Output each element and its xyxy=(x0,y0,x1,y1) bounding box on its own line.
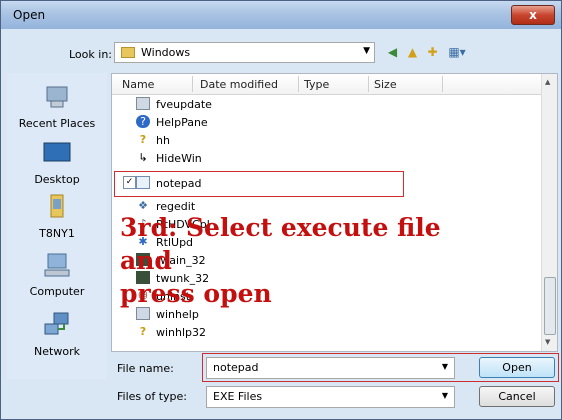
file-type-label: Files of type: xyxy=(117,390,188,403)
app-icon xyxy=(136,97,150,110)
checkbox-checked-icon[interactable]: ✓ xyxy=(123,176,136,189)
place-desktop[interactable]: Desktop xyxy=(7,139,107,186)
shortcut-icon: ↳ xyxy=(138,151,148,164)
open-button[interactable]: Open xyxy=(479,357,555,378)
file-name-input[interactable]: notepad ▼ xyxy=(206,357,455,379)
annotation-line-2: press open xyxy=(120,279,272,308)
places-bar: Recent Places Desktop T8NY1 Computer Net… xyxy=(7,73,107,379)
place-user[interactable]: T8NY1 xyxy=(7,193,107,240)
column-date-modified[interactable]: Date modified xyxy=(200,78,278,91)
open-dialog: Open x Look in: Windows ▼ ◀ ▲ ✚ ▦▾ Recen… xyxy=(0,0,562,420)
place-label: Network xyxy=(34,345,80,358)
network-icon xyxy=(44,312,69,335)
computer-icon xyxy=(44,253,70,277)
place-network[interactable]: Network xyxy=(7,311,107,358)
scroll-down-icon[interactable]: ▼ xyxy=(545,338,550,346)
help-icon: ? xyxy=(136,115,150,128)
place-label: Recent Places xyxy=(18,117,96,130)
folder-icon xyxy=(121,47,135,58)
column-size[interactable]: Size xyxy=(374,78,397,91)
file-type-value: EXE Files xyxy=(213,390,263,403)
column-divider[interactable] xyxy=(442,76,443,92)
desktop-icon xyxy=(43,142,71,162)
recent-places-icon xyxy=(46,86,68,108)
file-name-value: notepad xyxy=(213,361,259,374)
place-label: T8NY1 xyxy=(39,227,75,240)
cancel-button[interactable]: Cancel xyxy=(479,386,555,407)
close-button[interactable]: x xyxy=(511,5,555,25)
column-header-row: Name Date modified Type Size xyxy=(112,74,544,95)
file-name-label: File name: xyxy=(117,362,174,375)
user-folder-icon xyxy=(50,194,64,218)
look-in-dropdown[interactable]: Windows ▼ xyxy=(114,42,375,63)
place-label: Desktop xyxy=(34,173,80,186)
column-divider[interactable] xyxy=(192,76,193,92)
annotation-line-1: 3rd: Select execute file and xyxy=(120,213,441,275)
scroll-thumb[interactable] xyxy=(544,277,556,335)
help-file-icon: ? xyxy=(139,133,147,146)
instruction-annotation: 3rd: Select execute file and press open xyxy=(120,211,500,310)
chevron-down-icon: ▼ xyxy=(363,46,370,56)
views-icon[interactable]: ▦▾ xyxy=(445,44,469,61)
title-bar: Open x xyxy=(1,1,561,29)
new-folder-icon[interactable]: ✚ xyxy=(424,44,441,61)
column-divider[interactable] xyxy=(298,76,299,92)
up-folder-icon[interactable]: ▲ xyxy=(404,44,421,61)
back-icon[interactable]: ◀ xyxy=(384,44,401,61)
column-divider[interactable] xyxy=(368,76,369,92)
place-label: Computer xyxy=(29,285,85,298)
file-type-select[interactable]: EXE Files ▼ xyxy=(206,386,455,408)
help-file-icon: ? xyxy=(139,325,147,338)
place-recent-places[interactable]: Recent Places xyxy=(7,83,107,130)
place-computer[interactable]: Computer xyxy=(7,251,107,298)
look-in-value: Windows xyxy=(141,46,191,59)
scroll-up-icon[interactable]: ▲ xyxy=(545,78,550,86)
column-type[interactable]: Type xyxy=(304,78,329,91)
column-name[interactable]: Name xyxy=(122,78,154,91)
notepad-icon xyxy=(136,176,150,189)
dialog-title: Open xyxy=(13,8,46,22)
chevron-down-icon[interactable]: ▼ xyxy=(442,362,448,371)
chevron-down-icon[interactable]: ▼ xyxy=(442,391,448,400)
look-in-label: Look in: xyxy=(69,48,112,61)
vertical-scrollbar[interactable]: ▲ ▼ xyxy=(541,74,557,351)
